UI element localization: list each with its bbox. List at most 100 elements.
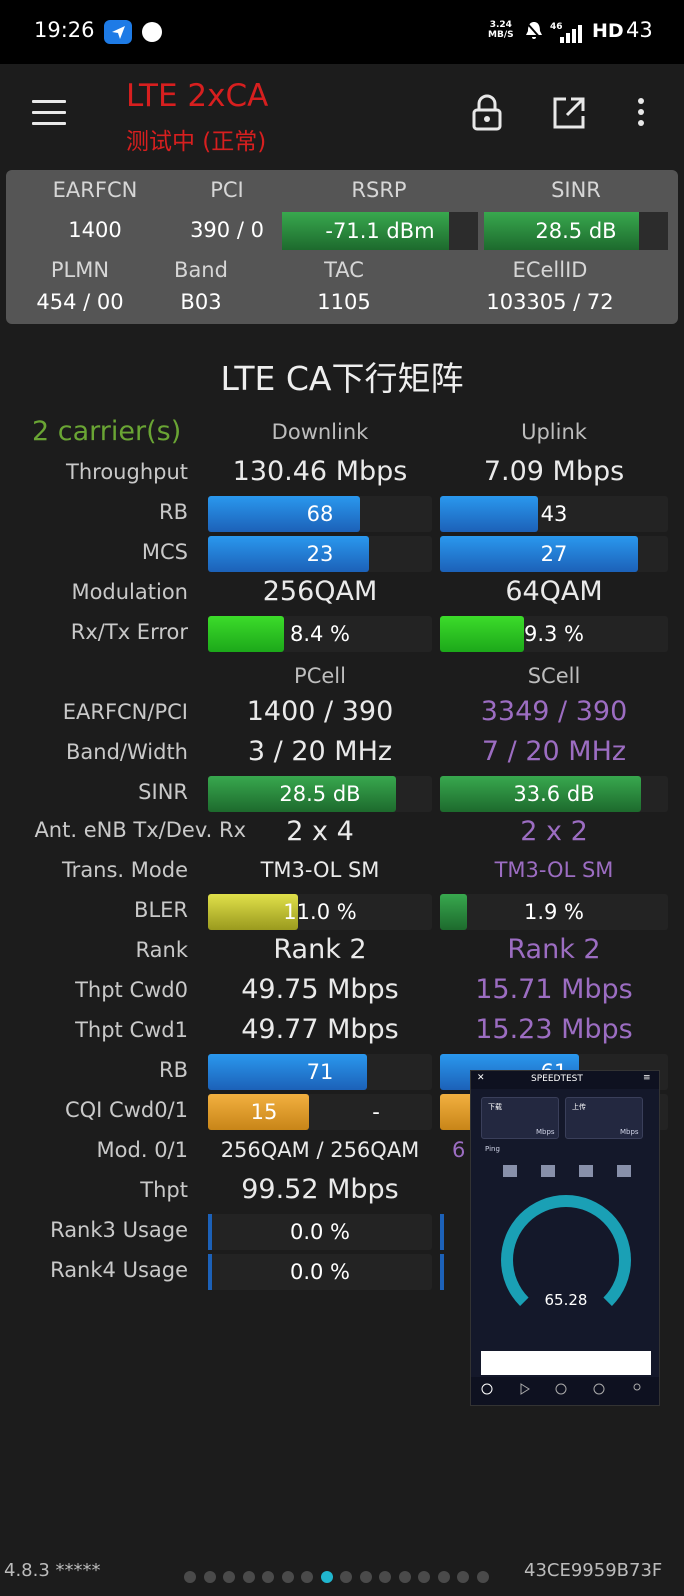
pcell-rank: Rank 2 <box>273 934 367 965</box>
network-speed: 3.24 MB/S <box>488 20 514 40</box>
page-dot[interactable] <box>184 1571 196 1583</box>
throughput-label: Throughput <box>66 460 188 484</box>
rank3-label: Rank3 Usage <box>50 1218 188 1242</box>
ecellid-value: 103305 / 72 <box>486 290 614 314</box>
page-dot[interactable] <box>437 1571 450 1583</box>
page-dot[interactable] <box>223 1571 235 1583</box>
close-icon[interactable]: ✕ <box>477 1073 485 1083</box>
download-unit: Mbps <box>536 1128 555 1136</box>
scell-trans-mode: TM3-OL SM <box>494 858 614 882</box>
speedtest-title: SPEEDTEST <box>531 1074 583 1084</box>
page-dot[interactable] <box>359 1571 372 1583</box>
speedtest-floating-window[interactable]: ✕ SPEEDTEST ≡ 下载 Mbps 上传 Mbps Ping 65.28 <box>470 1070 660 1406</box>
pcell-mod: 256QAM / 256QAM <box>220 1138 420 1162</box>
page-dot[interactable] <box>242 1571 255 1583</box>
pcell-rank3-bar: 0.0 % <box>208 1214 432 1250</box>
dl-mcs-value: 23 <box>306 542 334 566</box>
page-subtitle: 测试中 (正常) <box>126 129 267 155</box>
earfcn-pci-label: EARFCN/PCI <box>62 700 188 724</box>
pcell-rank3-value: 0.0 % <box>289 1220 351 1244</box>
band-value: B03 <box>180 290 222 314</box>
dl-mcs-bar: 23 <box>208 536 432 572</box>
menu-icon[interactable]: ≡ <box>643 1073 651 1083</box>
dl-rb-value: 68 <box>306 502 334 526</box>
page-dot[interactable] <box>457 1571 469 1583</box>
pcell-rb-value: 71 <box>306 1060 334 1084</box>
sinr-value: 28.5 dB <box>535 219 617 243</box>
cell-rb-label: RB <box>159 1058 188 1082</box>
page-indicator[interactable] <box>184 1568 496 1587</box>
scell-thpt-cwd1: 15.23 Mbps <box>475 1014 633 1045</box>
scell-bler-bar: 1.9 % <box>440 894 668 930</box>
page-dot[interactable] <box>340 1571 352 1583</box>
pcell-cqi-bar: 15 - <box>208 1094 432 1130</box>
speedtest-nav-bar <box>471 1377 659 1405</box>
section-title: LTE CA下行矩阵 <box>220 359 464 398</box>
pcell-sinr-value: 28.5 dB <box>279 782 361 806</box>
dl-error-bar: 8.4 % <box>208 616 432 652</box>
dl-error-value: 8.4 % <box>289 622 351 646</box>
download-card: 下载 Mbps <box>481 1097 559 1139</box>
ul-throughput: 7.09 Mbps <box>483 456 625 487</box>
mcs-label: MCS <box>141 540 188 564</box>
pcell-bler-bar: 11.0 % <box>208 894 432 930</box>
upload-label: 上传 <box>572 1103 586 1111</box>
pci-value: 390 / 0 <box>190 218 264 242</box>
tac-value: 1105 <box>317 290 371 314</box>
scell-mod: 6 <box>452 1138 466 1162</box>
signal-bars-icon <box>560 24 584 43</box>
rsrp-header: RSRP <box>351 178 407 202</box>
ul-rb-value: 43 <box>540 502 568 526</box>
scell-rank: Rank 2 <box>507 934 601 965</box>
carrier-count: 2 carrier(s) <box>32 416 182 447</box>
dl-throughput: 130.46 Mbps <box>232 456 408 487</box>
upload-unit: Mbps <box>620 1128 639 1136</box>
earfcn-header: EARFCN <box>52 178 138 202</box>
open-external-icon[interactable] <box>552 96 586 134</box>
status-time: 19:26 <box>34 18 95 42</box>
page-dot[interactable] <box>320 1571 333 1583</box>
scell-sinr-value: 33.6 dB <box>513 782 595 806</box>
pcell-header: PCell <box>294 664 346 688</box>
page-dot[interactable] <box>418 1571 430 1583</box>
scell-earfcn-pci: 3349 / 390 <box>480 696 628 727</box>
cell-sinr-label: SINR <box>138 780 188 804</box>
downlink-header: Downlink <box>271 420 369 444</box>
ul-mcs-value: 27 <box>540 542 568 566</box>
bell-muted-icon <box>524 20 544 47</box>
ecellid-header: ECellID <box>512 258 588 282</box>
pcell-sinr-bar: 28.5 dB <box>208 776 432 812</box>
page-dot[interactable] <box>281 1571 294 1583</box>
page-dot[interactable] <box>301 1571 313 1583</box>
more-options-icon[interactable] <box>638 98 644 131</box>
pcell-antenna: 2 x 4 <box>286 816 354 847</box>
scell-band-width: 7 / 20 MHz <box>481 736 627 767</box>
pcell-rb-bar: 71 <box>208 1054 432 1090</box>
scell-rank4-fill <box>440 1254 444 1290</box>
page-dot[interactable] <box>379 1571 391 1583</box>
ad-banner[interactable] <box>481 1351 651 1375</box>
ul-error-value: 9.3 % <box>523 622 585 646</box>
pcell-earfcn-pci: 1400 / 390 <box>246 696 394 727</box>
dl-rb-bar: 68 <box>208 496 432 532</box>
page-dot[interactable] <box>476 1571 489 1583</box>
pcell-cqi-cwd0: 15 <box>250 1100 278 1124</box>
battery-level: 43 <box>626 18 653 42</box>
page-dot[interactable] <box>262 1571 274 1583</box>
menu-icon[interactable] <box>32 100 66 126</box>
sinr-meter: 28.5 dB <box>484 212 668 250</box>
tac-header: TAC <box>324 258 364 282</box>
page-dot[interactable] <box>203 1571 216 1583</box>
thpt-cwd1-label: Thpt Cwd1 <box>75 1018 188 1042</box>
lock-icon[interactable] <box>470 94 504 136</box>
ul-rb-bar: 43 <box>440 496 668 532</box>
sinr-header: SINR <box>551 178 601 202</box>
page-dot[interactable] <box>398 1571 411 1583</box>
rsrp-value: -71.1 dBm <box>325 219 435 243</box>
dl-modulation: 256QAM <box>262 576 378 607</box>
speedtest-options <box>497 1163 637 1181</box>
bler-label: BLER <box>134 898 188 922</box>
pcell-bler-value: 11.0 % <box>283 900 357 924</box>
earfcn-value: 1400 <box>68 218 122 242</box>
current-speed: 65.28 <box>544 1291 588 1309</box>
